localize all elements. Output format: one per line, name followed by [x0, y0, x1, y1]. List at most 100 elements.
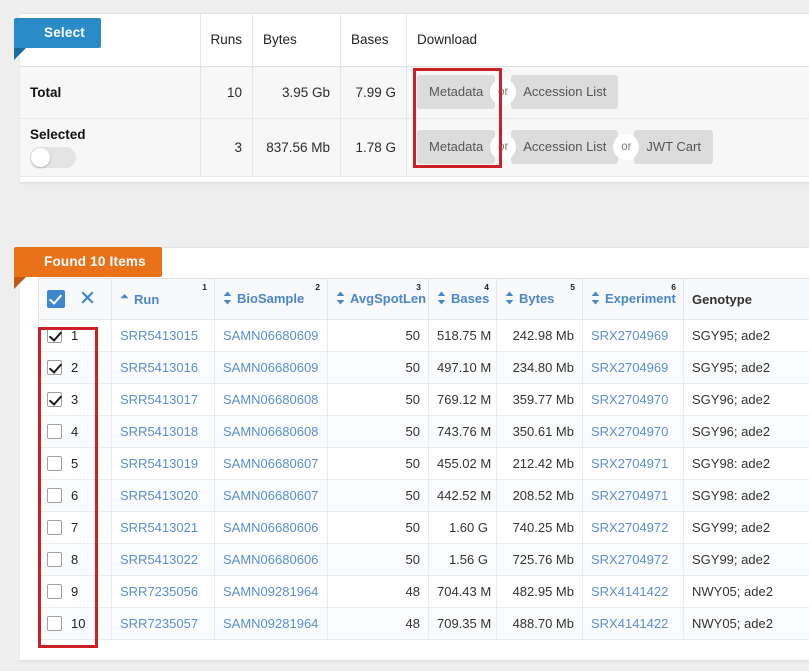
cell-experiment[interactable]: SRX2704969: [582, 351, 684, 384]
row-select-cell: 7: [38, 511, 112, 544]
table-row: 5 SRR5413019 SAMN06680607 50 455.02 M 212.42 …: [38, 447, 809, 480]
cell-run[interactable]: SRR5413020: [111, 479, 215, 512]
col-header-experiment[interactable]: Experiment 6: [582, 278, 684, 320]
cell-biosample[interactable]: SAMN09281964: [214, 575, 328, 608]
row-select-cell: 1: [38, 319, 112, 352]
cell-bytes: 208.52 Mb: [496, 479, 583, 512]
col-header-run[interactable]: Run 1: [111, 278, 215, 320]
selected-accession-list-button[interactable]: Accession List: [511, 130, 619, 164]
row-number: 9: [71, 584, 79, 599]
table-row: 6 SRR5413020 SAMN06680607 50 442.52 M 208.52 …: [38, 479, 809, 512]
row-number: 6: [71, 488, 79, 503]
cell-experiment[interactable]: SRX4141422: [582, 607, 684, 640]
cell-run[interactable]: SRR5413016: [111, 351, 215, 384]
row-checkbox[interactable]: [47, 520, 62, 535]
row-checkbox[interactable]: [47, 488, 62, 503]
col-index: 4: [484, 282, 489, 292]
cell-run[interactable]: SRR5413022: [111, 543, 215, 576]
selected-bytes: 837.56 Mb: [252, 118, 342, 177]
cell-run[interactable]: SRR5413018: [111, 415, 215, 448]
cell-bytes: 234.80 Mb: [496, 351, 583, 384]
row-checkbox[interactable]: [47, 616, 62, 631]
row-checkbox[interactable]: [47, 584, 62, 599]
cell-biosample[interactable]: SAMN06680608: [214, 383, 328, 416]
selected-runs: 3: [200, 118, 254, 177]
row-checkbox[interactable]: [47, 552, 62, 567]
results-section: Run 1 BioSample 2 AvgSpotLen 3 Bases 4 B…: [20, 247, 809, 661]
cell-biosample[interactable]: SAMN06680607: [214, 447, 328, 480]
cell-biosample[interactable]: SAMN06680608: [214, 415, 328, 448]
select-tab-label: Select: [44, 25, 85, 40]
cell-bytes: 350.61 Mb: [496, 415, 583, 448]
cell-biosample[interactable]: SAMN06680606: [214, 511, 328, 544]
cell-genotype: SGY96; ade2: [683, 415, 809, 448]
col-header-bytes[interactable]: Bytes 5: [496, 278, 583, 320]
cell-biosample[interactable]: SAMN06680606: [214, 543, 328, 576]
results-table-scroll[interactable]: Run 1 BioSample 2 AvgSpotLen 3 Bases 4 B…: [38, 278, 809, 660]
total-metadata-button[interactable]: Metadata: [417, 75, 496, 109]
selected-only-toggle[interactable]: [30, 146, 76, 168]
col-header-bases[interactable]: Bases 4: [428, 278, 497, 320]
table-row: 8 SRR5413022 SAMN06680606 50 1.56 G 725.76 Mb…: [38, 543, 809, 576]
select-summary-table: Runs Bytes Bases Download Total 10 3.95 …: [20, 14, 809, 177]
cell-avgspotlen: 48: [327, 575, 429, 608]
cell-experiment[interactable]: SRX2704969: [582, 319, 684, 352]
cell-biosample[interactable]: SAMN06680609: [214, 351, 328, 384]
col-header-biosample-label: BioSample: [237, 291, 305, 307]
col-header-avgspotlen[interactable]: AvgSpotLen 3: [327, 278, 429, 320]
row-checkbox[interactable]: [47, 392, 62, 407]
cell-biosample[interactable]: SAMN06680609: [214, 319, 328, 352]
selected-download-cell: Metadata or Accession List or JWT Cart: [406, 118, 809, 177]
cell-biosample[interactable]: SAMN06680607: [214, 479, 328, 512]
cell-experiment[interactable]: SRX4141422: [582, 575, 684, 608]
cell-run[interactable]: SRR5413021: [111, 511, 215, 544]
col-header-run-label: Run: [134, 292, 160, 308]
cell-avgspotlen: 50: [327, 351, 429, 384]
col-header-genotype[interactable]: Genotype: [683, 278, 809, 320]
col-header-biosample[interactable]: BioSample 2: [214, 278, 328, 320]
select-summary-body: Total 10 3.95 Gb 7.99 G Metadata or Acce…: [20, 66, 809, 177]
cell-run[interactable]: SRR5413019: [111, 447, 215, 480]
col-index: 3: [416, 282, 421, 292]
cell-experiment[interactable]: SRX2704970: [582, 383, 684, 416]
cell-experiment[interactable]: SRX2704972: [582, 543, 684, 576]
row-checkbox[interactable]: [47, 456, 62, 471]
row-checkbox[interactable]: [47, 360, 62, 375]
cell-genotype: SGY98: ade2: [683, 447, 809, 480]
select-tab-ribbon[interactable]: Select: [14, 18, 101, 60]
found-items-ribbon: Found 10 Items: [14, 247, 162, 289]
cell-run[interactable]: SRR7235057: [111, 607, 215, 640]
results-header-row: Run 1 BioSample 2 AvgSpotLen 3 Bases 4 B…: [38, 278, 809, 320]
cell-experiment[interactable]: SRX2704970: [582, 415, 684, 448]
x-clear-icon[interactable]: [80, 290, 95, 308]
select-summary-panel: Runs Bytes Bases Download Total 10 3.95 …: [20, 13, 809, 183]
cell-bases: 769.12 M: [428, 383, 497, 416]
table-row: 3 SRR5413017 SAMN06680608 50 769.12 M 359.77 …: [38, 383, 809, 416]
cell-biosample[interactable]: SAMN09281964: [214, 607, 328, 640]
table-row: 9 SRR7235056 SAMN09281964 48 704.43 M 482.95 …: [38, 575, 809, 608]
found-items-label: Found 10 Items: [44, 254, 146, 269]
col-header-bytes: Bytes: [252, 14, 342, 67]
cell-run[interactable]: SRR5413015: [111, 319, 215, 352]
col-index: 6: [671, 282, 676, 292]
cell-bytes: 212.42 Mb: [496, 447, 583, 480]
row-checkbox[interactable]: [47, 328, 62, 343]
cell-experiment[interactable]: SRX2704971: [582, 447, 684, 480]
cell-run[interactable]: SRR7235056: [111, 575, 215, 608]
selected-jwt-cart-button[interactable]: JWT Cart: [634, 130, 713, 164]
cell-genotype: NWY05; ade2: [683, 575, 809, 608]
total-accession-list-button[interactable]: Accession List: [511, 75, 619, 109]
cell-experiment[interactable]: SRX2704971: [582, 479, 684, 512]
results-panel: Run 1 BioSample 2 AvgSpotLen 3 Bases 4 B…: [20, 247, 809, 661]
cell-avgspotlen: 50: [327, 543, 429, 576]
col-index: 2: [315, 282, 320, 292]
row-number: 2: [71, 360, 79, 375]
cell-experiment[interactable]: SRX2704972: [582, 511, 684, 544]
cell-run[interactable]: SRR5413017: [111, 383, 215, 416]
row-checkbox[interactable]: [47, 424, 62, 439]
select-all-checkbox-icon[interactable]: [47, 290, 65, 308]
row-number: 10: [71, 616, 86, 631]
col-index: 5: [570, 282, 575, 292]
col-header-download: Download: [406, 14, 809, 67]
selected-metadata-button[interactable]: Metadata: [417, 130, 496, 164]
